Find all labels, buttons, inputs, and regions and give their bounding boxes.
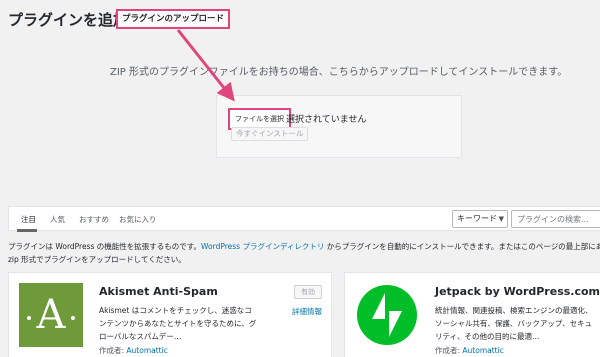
tab-recommended[interactable]: おすすめ: [79, 214, 109, 225]
status-badge: 有効: [294, 285, 322, 299]
plugin-description: 統計情報、関連投稿、検索エンジンの最適化、 ソーシャル共有、保護、バックアップ、…: [435, 306, 593, 341]
plugin-description: Akismet はコメントをチェックし、迷惑なコ ンテンツからあなたとサイトを守…: [99, 306, 257, 341]
jetpack-icon[interactable]: [355, 283, 419, 347]
plugin-filter-bar: 注目 人気 おすすめ お気に入り キーワード ▼: [8, 206, 600, 232]
more-details-link[interactable]: 詳細情報: [292, 306, 322, 317]
plugin-directory-link[interactable]: WordPress プラグインディレクトリ: [201, 242, 324, 251]
plugin-author: 作成者: Automattic: [99, 346, 168, 355]
add-plugins-page: プラグインを追加 プラグインのアップロード ZIP 形式のプラグインファイルをお…: [0, 0, 600, 357]
plugin-search-input[interactable]: [511, 210, 600, 228]
search-type-select[interactable]: キーワード ▼: [452, 210, 508, 228]
jetpack-logo-icon: [357, 285, 417, 345]
plugin-card-jetpack: Jetpack by WordPress.com 統計情報、関連投稿、検索エンジ…: [344, 272, 600, 357]
akismet-icon[interactable]: A: [19, 283, 83, 347]
description-line-2: zip 形式でプラグインをアップロードしてください。: [8, 255, 186, 264]
install-now-button[interactable]: 今すぐインストール: [231, 127, 309, 141]
plugin-card-akismet: A Akismet Anti-Spam Akismet はコメントをチェックし、…: [8, 272, 332, 357]
tab-popular[interactable]: 人気: [50, 214, 65, 225]
tab-favorites[interactable]: お気に入り: [119, 214, 157, 225]
page-title: プラグインを追加: [8, 11, 129, 29]
author-link[interactable]: Automattic: [126, 346, 167, 355]
plugins-description: プラグインは WordPress の機能性を拡張するものです。WordPress…: [8, 240, 600, 266]
upload-plugin-button[interactable]: プラグインのアップロード: [116, 9, 231, 29]
plugin-name[interactable]: Jetpack by WordPress.com: [435, 285, 600, 298]
search-type-value: キーワード: [457, 214, 497, 223]
author-link[interactable]: Automattic: [462, 346, 503, 355]
upload-help-text: ZIP 形式のプラグインファイルをお持ちの場合、こちらからアップロードしてインス…: [110, 67, 568, 78]
tab-featured[interactable]: 注目: [21, 214, 36, 225]
plugin-author: 作成者: Automattic: [435, 346, 504, 355]
chevron-down-icon: ▼: [498, 215, 504, 223]
active-tab-indicator: [17, 229, 37, 232]
description-line-1: プラグインは WordPress の機能性を拡張するものです。WordPress…: [8, 242, 600, 251]
akismet-icon-letter: A: [36, 292, 66, 338]
plugin-name[interactable]: Akismet Anti-Spam: [99, 285, 218, 298]
no-file-selected-text: 選択されていません: [286, 115, 367, 125]
